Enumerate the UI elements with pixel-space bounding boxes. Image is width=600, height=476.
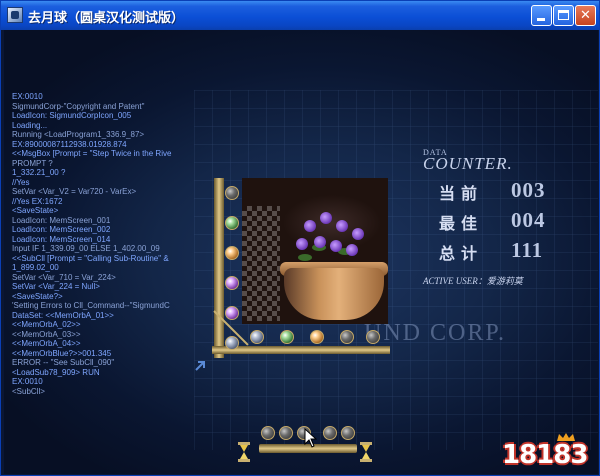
console-line: <<MemOrbA_02>> <box>12 320 81 329</box>
counter-label-total: 总计 <box>439 244 484 263</box>
console-line: <<MemOrbA_04>> <box>12 339 81 348</box>
orb-col-5[interactable] <box>366 330 380 344</box>
orb-col-2[interactable] <box>280 330 294 344</box>
console-line: EX:0010 <box>12 377 43 386</box>
counter-value-best: 004 <box>511 208 546 232</box>
orb-row-1[interactable] <box>225 186 239 200</box>
pointer-cursor-icon <box>304 428 317 448</box>
arrow-icon <box>195 361 205 371</box>
console-line: SetVar <Var_224 = Null> <box>12 282 100 291</box>
window-title: 去月球（圆桌汉化测试版） <box>28 11 185 26</box>
console-line: <SaveState> <box>12 206 59 215</box>
game-window: 去月球（圆桌汉化测试版） ✕ EX:0010 SigmundCorp-"Copyr… <box>0 0 600 476</box>
bottom-orb-1[interactable] <box>261 426 275 440</box>
hourglass-left-icon <box>238 442 250 462</box>
orb-col-1[interactable] <box>250 330 264 344</box>
console-line: SetVar <Var_710 = Var_224> <box>12 272 116 282</box>
console-line: 1_332.21_00 ? <box>12 168 66 177</box>
console-line: DataSet: <<MemOrbA_01>> <box>12 310 114 320</box>
console-line: <LoadSub78_909> RUN <box>12 367 100 377</box>
leaf-icon <box>298 254 312 261</box>
site-logo: 18183 <box>500 430 598 474</box>
console-line: 'Setting Errors to Cll_Command--"Sigmund… <box>12 301 170 310</box>
bottom-orb-5[interactable] <box>341 426 355 440</box>
console-line: SigmundCorp-"Copyright and Patent" <box>12 101 145 111</box>
flower-icon <box>336 220 348 232</box>
puzzle-frame <box>212 178 392 358</box>
flower-pot <box>284 268 384 320</box>
flower-icon <box>304 220 316 232</box>
counter-value-total: 111 <box>511 238 544 262</box>
logo-number: 18183 <box>502 440 588 470</box>
orb-col-3[interactable] <box>310 330 324 344</box>
console-line: Running <LoadProgram1_336.9_87> <box>12 130 145 139</box>
counter-value-current: 003 <box>511 178 546 202</box>
console-line: Loading... <box>12 120 48 130</box>
flower-icon <box>314 236 326 248</box>
console-line: Input IF 1_339.09_00 ELSE 1_402.00_09 <box>12 244 160 253</box>
console-line: ERROR -- "See SubCll_090" <box>12 358 115 367</box>
console-line: PROMPT ? <box>12 158 53 168</box>
console-log: EX:0010 SigmundCorp-"Copyright and Patent… <box>12 92 200 452</box>
close-icon: ✕ <box>580 8 591 23</box>
console-line: LoadIcon: SigmundCorpIcon_005 <box>12 111 132 120</box>
orb-col-4[interactable] <box>340 330 354 344</box>
console-line: LoadIcon: MemScreen_014 <box>12 234 111 244</box>
counter-label-best: 最佳 <box>439 214 484 233</box>
minimize-button[interactable] <box>531 5 552 26</box>
console-line: EX:0010 <box>12 92 43 101</box>
transparent-tile-column <box>242 206 280 321</box>
console-line: <<MemOrbBlue?>>001.345 <box>12 348 112 358</box>
console-line: SetVar <Var_V2 = Var720 - VarEx> <box>12 187 137 196</box>
console-line: <<MemOrbA_03>> <box>12 329 81 339</box>
orb-row-5[interactable] <box>225 306 239 320</box>
console-line: EX:89000087112938.01928.874 <box>12 139 127 149</box>
maximize-button[interactable] <box>553 5 574 26</box>
game-canvas[interactable]: EX:0010 SigmundCorp-"Copyright and Patent… <box>4 30 598 474</box>
bottom-controls <box>249 426 361 454</box>
console-line: LoadIcon: MemScreen_002 <box>12 225 111 234</box>
app-icon[interactable] <box>7 7 23 23</box>
flower-icon <box>346 244 358 256</box>
title-bar[interactable]: 去月球（圆桌汉化测试版） ✕ <box>1 1 599 30</box>
console-line: <<MsgBox [Prompt = "Step Twice in the Ri… <box>12 149 172 158</box>
flower-icon <box>296 238 308 250</box>
flower-icon <box>320 212 332 224</box>
hourglass-right-icon <box>360 442 372 462</box>
close-button[interactable]: ✕ <box>575 5 596 26</box>
orb-row-2[interactable] <box>225 216 239 230</box>
console-line: LoadIcon: MemScreen_001 <box>12 215 111 225</box>
console-line: <<SubCll [Prompt = "Calling Sub-Routine"… <box>12 253 169 263</box>
console-line: 1_899.02_00 <box>12 263 59 272</box>
active-user-label: ACTIVE USER：爱游莉莫 <box>423 276 523 286</box>
counter-title: COUNTER. <box>423 154 513 173</box>
flower-icon <box>330 240 342 252</box>
counter-panel: DATA COUNTER. 当前 003 最佳 004 总计 111 ACTIV… <box>409 148 589 288</box>
flower-icon <box>352 228 364 240</box>
frame-bar-vertical <box>214 178 224 358</box>
orb-row-3[interactable] <box>225 246 239 260</box>
bottom-orb-4[interactable] <box>323 426 337 440</box>
bottom-orb-2[interactable] <box>279 426 293 440</box>
console-line: <SubCll> <box>12 386 45 396</box>
orb-row-4[interactable] <box>225 276 239 290</box>
console-line: //Yes EX:1672 <box>12 196 63 206</box>
orb-row-6[interactable] <box>225 336 239 350</box>
frame-bar-horizontal <box>212 346 390 354</box>
console-line: //Yes <box>12 177 30 187</box>
counter-label-current: 当前 <box>439 184 484 203</box>
console-line: <SaveState?> <box>12 291 63 301</box>
